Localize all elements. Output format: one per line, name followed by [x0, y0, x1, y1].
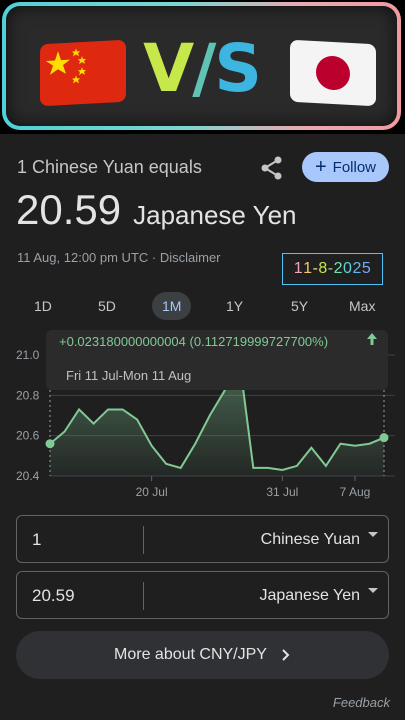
rate-value: 20.59: [16, 186, 122, 233]
date-char: 1: [293, 260, 304, 277]
chevron-down-icon[interactable]: [368, 588, 378, 593]
vs-letter-s: S: [214, 30, 262, 107]
y-tick-label: 21.0: [16, 348, 40, 362]
banner-inner: V/S: [6, 6, 397, 126]
x-tick-label: 31 Jul: [266, 485, 298, 499]
range-start-point: [45, 439, 55, 449]
x-tick-label: 20 Jul: [136, 485, 168, 499]
tab-label: Max: [349, 298, 376, 314]
chevron-right-icon: [282, 649, 290, 661]
y-tick-label: 20.8: [16, 388, 40, 402]
field-divider: [143, 582, 144, 610]
date-char: 1: [303, 260, 313, 277]
exchange-rate: 20.59 Japanese Yen: [16, 186, 297, 234]
y-tick-label: 20.6: [16, 429, 40, 443]
share-icon[interactable]: [258, 154, 286, 182]
to-amount-input[interactable]: 20.59: [32, 586, 75, 606]
tab-label: 1Y: [226, 298, 244, 314]
tab-label: 5Y: [291, 298, 309, 314]
more-about-button[interactable]: More about CNY/JPY: [16, 631, 389, 679]
range-tabs: 1D 5D 1M 1Y 5Y Max: [0, 292, 405, 320]
tab-5d[interactable]: 5D: [88, 292, 126, 320]
date-badge: 11-8-2025: [282, 253, 383, 285]
rate-currency: Japanese Yen: [133, 200, 297, 230]
range-end-point: [379, 433, 389, 443]
field-divider: [143, 526, 144, 554]
date-char: 2: [333, 260, 344, 277]
from-field: 1 Chinese Yuan: [16, 515, 389, 563]
tab-1d[interactable]: 1D: [24, 292, 62, 320]
banner: V/S: [0, 0, 405, 134]
tab-1y[interactable]: 1Y: [216, 292, 253, 320]
date-char: 0: [343, 260, 353, 277]
rate-timestamp[interactable]: 11 Aug, 12:00 pm UTC · Disclaimer: [17, 250, 221, 265]
japan-flag-icon: [290, 39, 376, 107]
tooltip-range: Fri 11 Jul-Mon 11 Aug: [66, 368, 192, 383]
vs-letter-v: V: [143, 30, 194, 107]
feedback-link[interactable]: Feedback: [333, 695, 390, 710]
y-tick-label: 20.4: [16, 469, 40, 483]
tooltip-change: +0.023180000000004 (0.112719999727700%): [59, 334, 329, 349]
follow-label: Follow: [332, 158, 377, 176]
tab-5y[interactable]: 5Y: [281, 292, 318, 320]
tab-max[interactable]: Max: [339, 292, 385, 320]
banner-frame: V/S: [2, 2, 401, 130]
to-currency-select[interactable]: Japanese Yen: [259, 587, 360, 605]
chevron-down-icon[interactable]: [368, 532, 378, 537]
date-char: 8: [318, 260, 328, 277]
tab-1m[interactable]: 1M: [152, 292, 192, 320]
tab-label: 5D: [98, 298, 116, 314]
up-arrow-icon: [365, 331, 379, 351]
x-tick-label: 7 Aug: [340, 485, 371, 499]
japan-sun: [316, 55, 350, 91]
to-field: 20.59 Japanese Yen: [16, 571, 389, 619]
tab-label: 1D: [34, 298, 52, 314]
plus-icon: +: [314, 156, 327, 178]
from-amount-input[interactable]: 1: [32, 530, 41, 550]
date-char: 5: [361, 260, 372, 277]
rate-subtitle: 1 Chinese Yuan equals: [17, 157, 202, 177]
from-currency-select[interactable]: Chinese Yuan: [261, 531, 360, 549]
tab-label: 1M: [162, 298, 182, 314]
follow-button[interactable]: + Follow: [302, 152, 389, 182]
more-about-label: More about CNY/JPY: [114, 646, 267, 663]
vs-slash: /: [192, 30, 216, 107]
date-char: 2: [352, 260, 362, 277]
